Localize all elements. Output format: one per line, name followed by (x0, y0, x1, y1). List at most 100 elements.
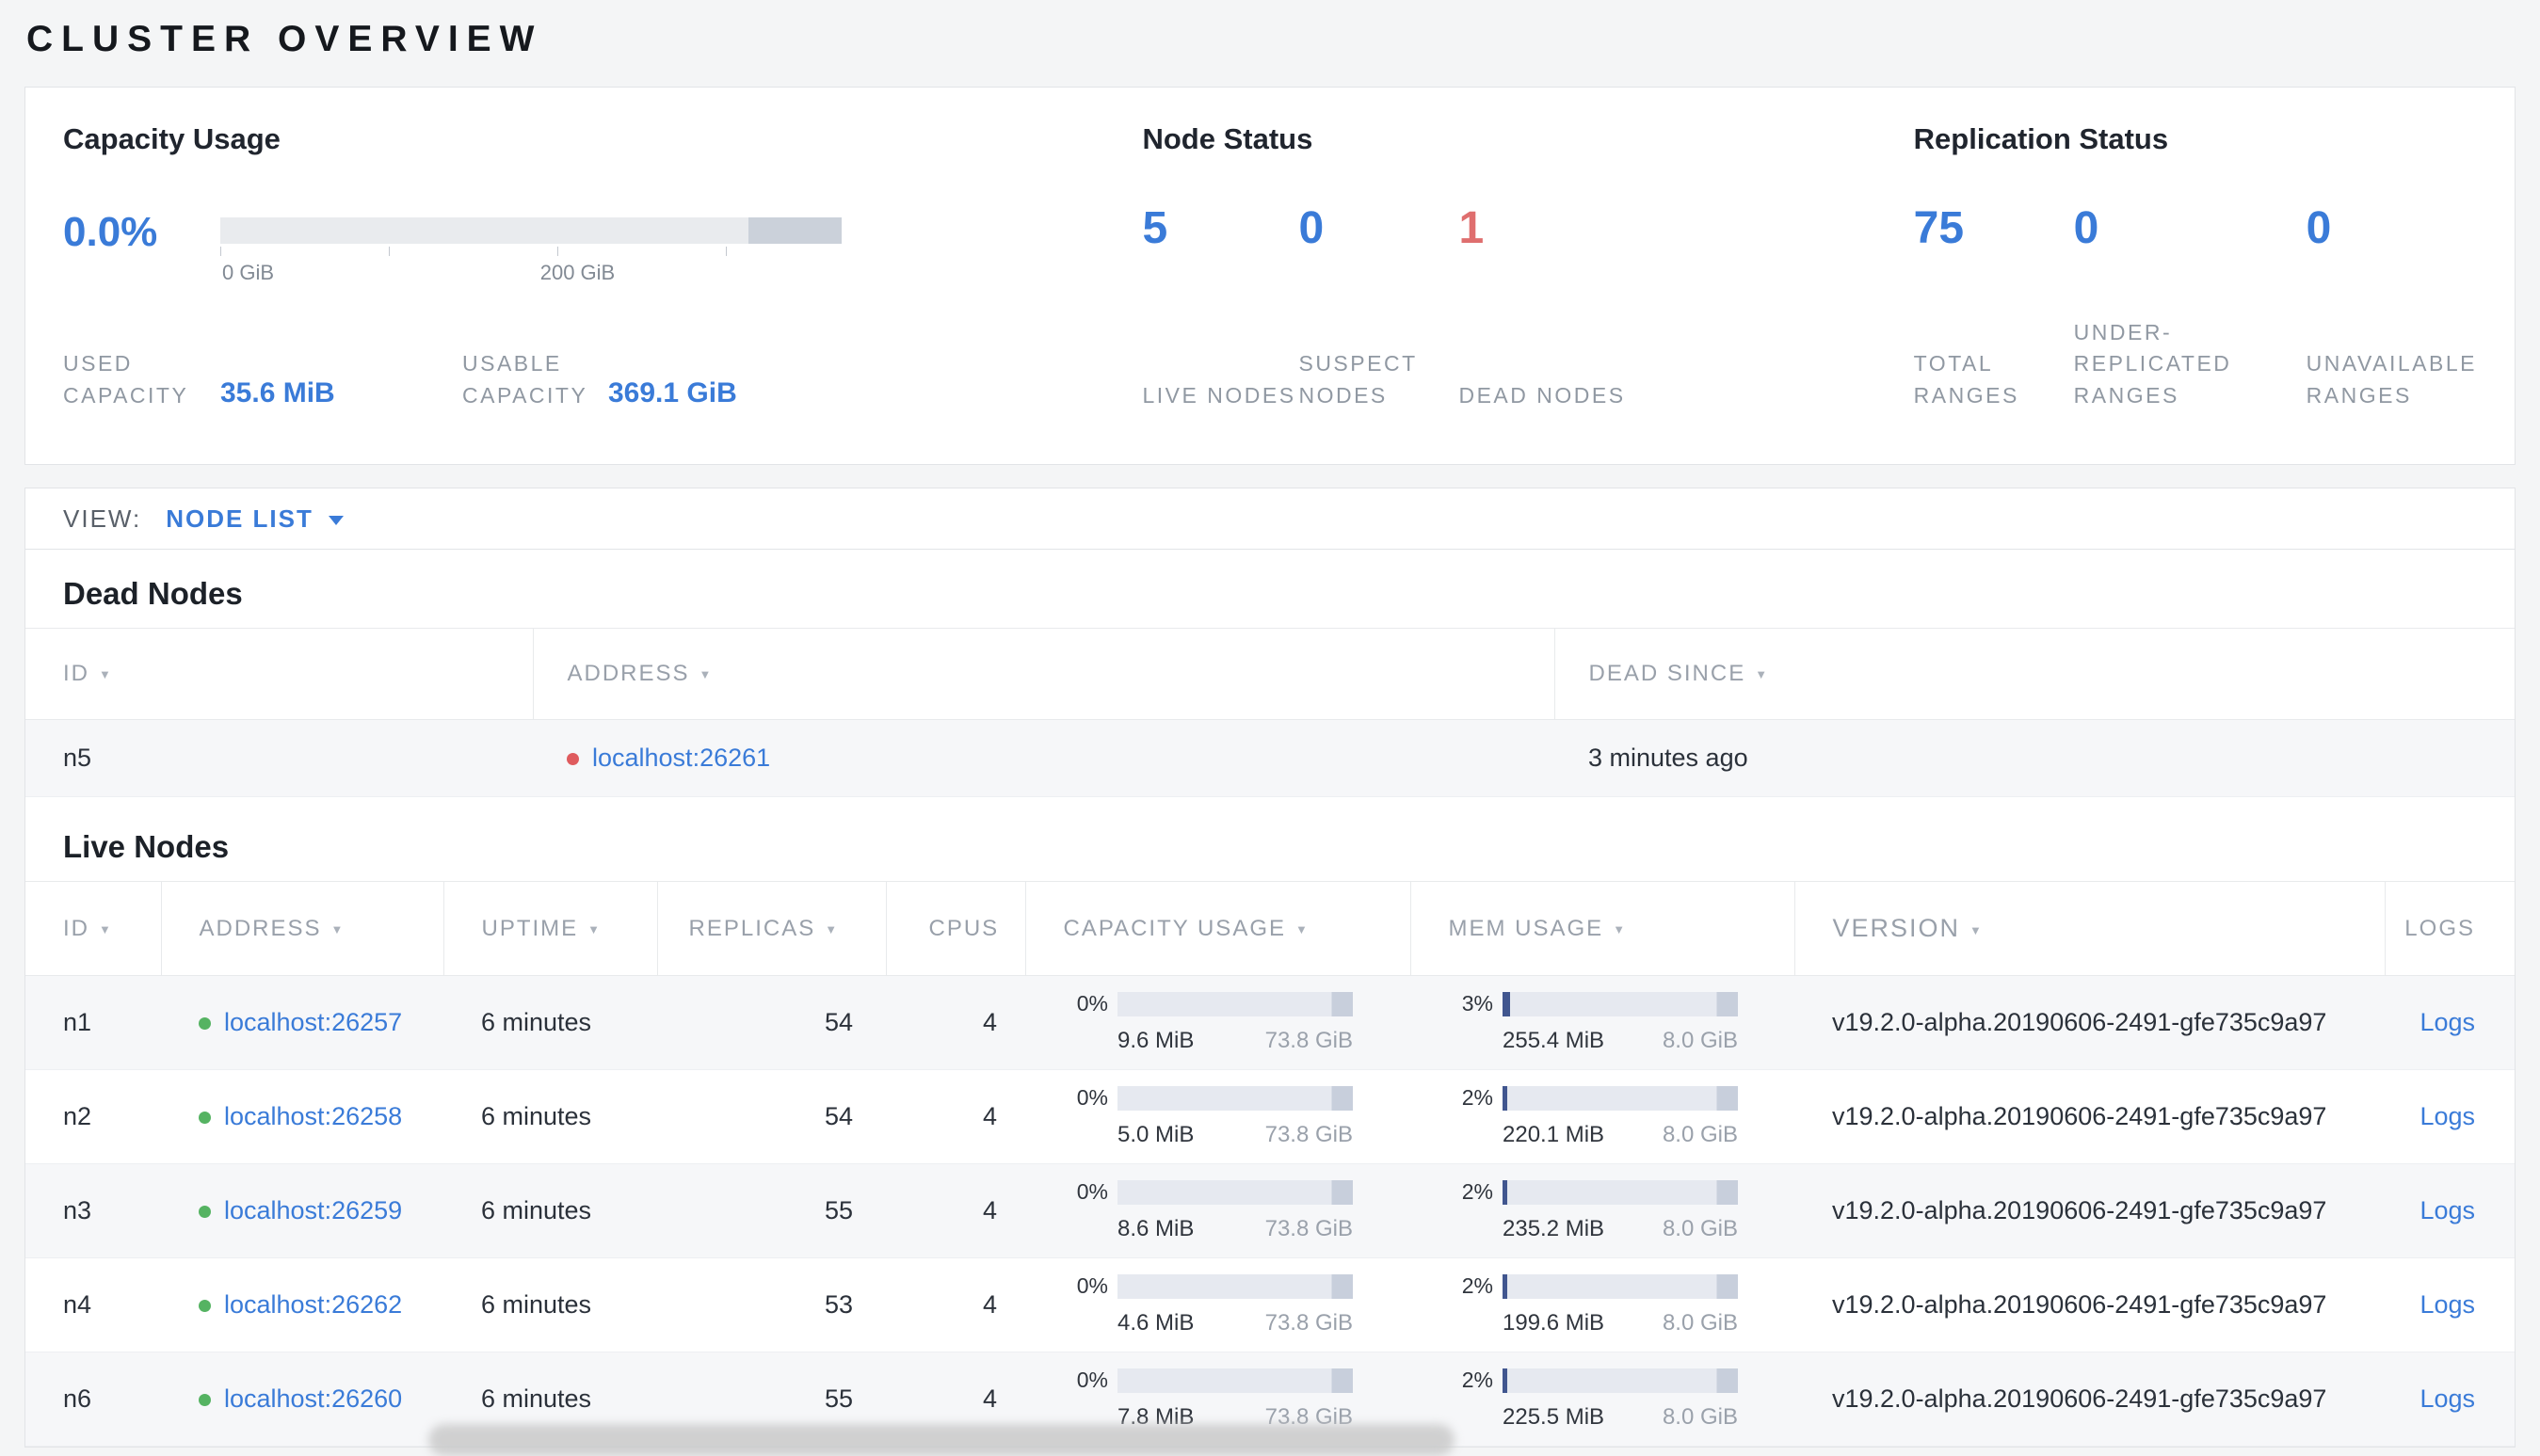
mem-percent: 2% (1461, 1368, 1493, 1392)
node-logs-cell: Logs (2385, 1163, 2515, 1258)
node-replicas: 55 (657, 1163, 886, 1258)
node-address-link[interactable]: localhost:26257 (224, 1008, 402, 1036)
unavailable-ranges-stat: 0 UNAVAILABLE RANGES (2307, 206, 2477, 411)
node-id: n1 (25, 975, 161, 1070)
node-mem-cell: 2% 220.1 MiB 8.0 GiB (1410, 1069, 1794, 1164)
node-uptime: 6 minutes (443, 1163, 657, 1258)
sort-desc-icon (1960, 914, 1984, 942)
logs-link[interactable]: Logs (2419, 1102, 2475, 1130)
node-address-link[interactable]: localhost:26258 (224, 1102, 402, 1130)
used-capacity-label: USED CAPACITY (63, 351, 189, 408)
column-header-address[interactable]: ADDRESS (161, 881, 444, 976)
capacity-bar (1117, 1179, 1353, 1205)
column-header-label: ADDRESS (567, 661, 690, 686)
node-replicas: 54 (657, 1069, 886, 1164)
usable-capacity-value: 369.1 GiB (608, 377, 737, 408)
sort-desc-icon (1286, 916, 1310, 941)
sort-desc-icon (89, 661, 113, 686)
column-header-id[interactable]: ID (25, 628, 534, 720)
column-header-label: CAPACITY USAGE (1063, 915, 1286, 941)
capacity-bar (1117, 1273, 1353, 1299)
replication-stats: 75 TOTAL RANGES 0 UNDER-REPLICATED RANGE… (1914, 206, 2477, 411)
node-cpus: 4 (886, 1163, 1025, 1258)
node-version: v19.2.0-alpha.20190606-2491-gfe735c9a97 (1794, 1163, 2385, 1258)
axis-tick-label: 0 GiB (222, 261, 275, 284)
live-node-row: n1 localhost:26257 6 minutes 54 4 0% 9.6… (25, 975, 2515, 1070)
node-mem-cell: 2% 225.5 MiB 8.0 GiB (1410, 1352, 1794, 1447)
capacity-percent: 0% (1076, 1273, 1108, 1298)
logs-link[interactable]: Logs (2419, 1008, 2475, 1036)
column-header-label: ID (63, 915, 89, 941)
node-address-link[interactable]: localhost:26259 (224, 1196, 402, 1224)
capacity-bar (1117, 1085, 1353, 1111)
column-header-replicas[interactable]: REPLICAS (657, 881, 887, 976)
axis-tick (726, 247, 728, 256)
live-status-icon (199, 1394, 211, 1406)
suspect-nodes-label: SUSPECT NODES (1298, 351, 1418, 408)
mem-percent: 2% (1461, 1179, 1493, 1204)
column-header-label: ID (63, 661, 89, 686)
mem-used: 225.5 MiB (1503, 1404, 1605, 1430)
mem-bar-fill (1503, 1179, 1507, 1205)
node-address-cell: localhost:26261 (533, 719, 1554, 797)
mem-usage-chart: 2% 199.6 MiB 8.0 GiB (1448, 1273, 1738, 1336)
sort-desc-icon (89, 916, 113, 941)
node-address-cell: localhost:26258 (161, 1069, 443, 1164)
live-node-row: n2 localhost:26258 6 minutes 54 4 0% 5.0… (25, 1069, 2515, 1164)
live-status-icon (199, 1300, 211, 1312)
logs-link[interactable]: Logs (2419, 1196, 2475, 1224)
column-header-address[interactable]: ADDRESS (533, 628, 1555, 720)
column-header-mem-usage[interactable]: MEM USAGE (1410, 881, 1795, 976)
node-id: n3 (25, 1163, 161, 1258)
mem-total: 8.0 GiB (1662, 1216, 1738, 1241)
column-header-capacity-usage[interactable]: CAPACITY USAGE (1025, 881, 1411, 976)
node-mem-cell: 3% 255.4 MiB 8.0 GiB (1410, 975, 1794, 1070)
mem-bar-fill (1503, 1273, 1507, 1299)
column-header-label: LOGS (2404, 915, 2475, 941)
mem-total: 8.0 GiB (1662, 1310, 1738, 1336)
under-replicated-stat: 0 UNDER-REPLICATED RANGES (2074, 206, 2307, 411)
capacity-percent: 0% (1076, 1085, 1108, 1110)
horizontal-scrollbar[interactable] (428, 1424, 1455, 1456)
sort-desc-icon (1603, 916, 1627, 941)
node-id: n5 (25, 719, 533, 797)
capacity-total: 73.8 GiB (1264, 1310, 1353, 1336)
column-header-label: UPTIME (481, 915, 579, 941)
capacity-usage-chart: 0% 8.6 MiB 73.8 GiB (1063, 1179, 1353, 1242)
column-header-uptime[interactable]: UPTIME (443, 881, 658, 976)
view-dropdown[interactable]: NODE LIST (166, 504, 344, 534)
column-header-dead-since[interactable]: DEAD SINCE (1554, 628, 2515, 720)
node-capacity-cell: 0% 5.0 MiB 73.8 GiB (1025, 1069, 1410, 1164)
mem-bar-fill (1503, 991, 1510, 1016)
sort-desc-icon (815, 916, 839, 941)
cluster-overview-page: CLUSTER OVERVIEW Capacity Usage 0.0% 0 G… (0, 19, 2540, 1448)
dead-node-row: n5 localhost:26261 3 minutes ago (25, 719, 2515, 797)
total-ranges-count: 75 (1913, 203, 1965, 253)
replication-status-title: Replication Status (1913, 122, 2169, 155)
node-status-stats: 5 LIVE NODES 0 SUSPECT NODES 1 DEAD NODE… (1142, 206, 1913, 411)
view-bar: VIEW: NODE LIST (24, 488, 2516, 550)
logs-link[interactable]: Logs (2419, 1384, 2475, 1413)
column-header-version[interactable]: VERSION (1794, 881, 2386, 976)
view-label: VIEW: (63, 504, 142, 533)
node-address-link[interactable]: localhost:26261 (592, 744, 770, 772)
dead-nodes-count: 1 (1458, 203, 1485, 253)
capacity-used-percent: 0.0% (63, 209, 158, 255)
column-header-cpus[interactable]: CPUS (886, 881, 1026, 976)
node-address-link[interactable]: localhost:26260 (224, 1384, 402, 1413)
mem-used: 255.4 MiB (1503, 1028, 1605, 1053)
chevron-down-icon (328, 515, 344, 525)
capacity-total: 73.8 GiB (1264, 1122, 1353, 1147)
logs-link[interactable]: Logs (2419, 1290, 2475, 1319)
node-address-cell: localhost:26260 (161, 1352, 443, 1447)
mem-used: 235.2 MiB (1503, 1216, 1605, 1241)
node-status-title: Node Status (1142, 122, 1313, 155)
dead-status-icon (567, 753, 579, 765)
usable-capacity-label: USABLE CAPACITY (462, 351, 588, 408)
axis-tick-label: 200 GiB (539, 261, 616, 284)
capacity-bar-axis: 0 GiB 200 GiB (220, 244, 842, 289)
column-header-id[interactable]: ID (25, 881, 162, 976)
capacity-usage-chart: 0% 4.6 MiB 73.8 GiB (1063, 1273, 1353, 1336)
sort-desc-icon (578, 916, 602, 941)
node-address-link[interactable]: localhost:26262 (224, 1290, 402, 1319)
